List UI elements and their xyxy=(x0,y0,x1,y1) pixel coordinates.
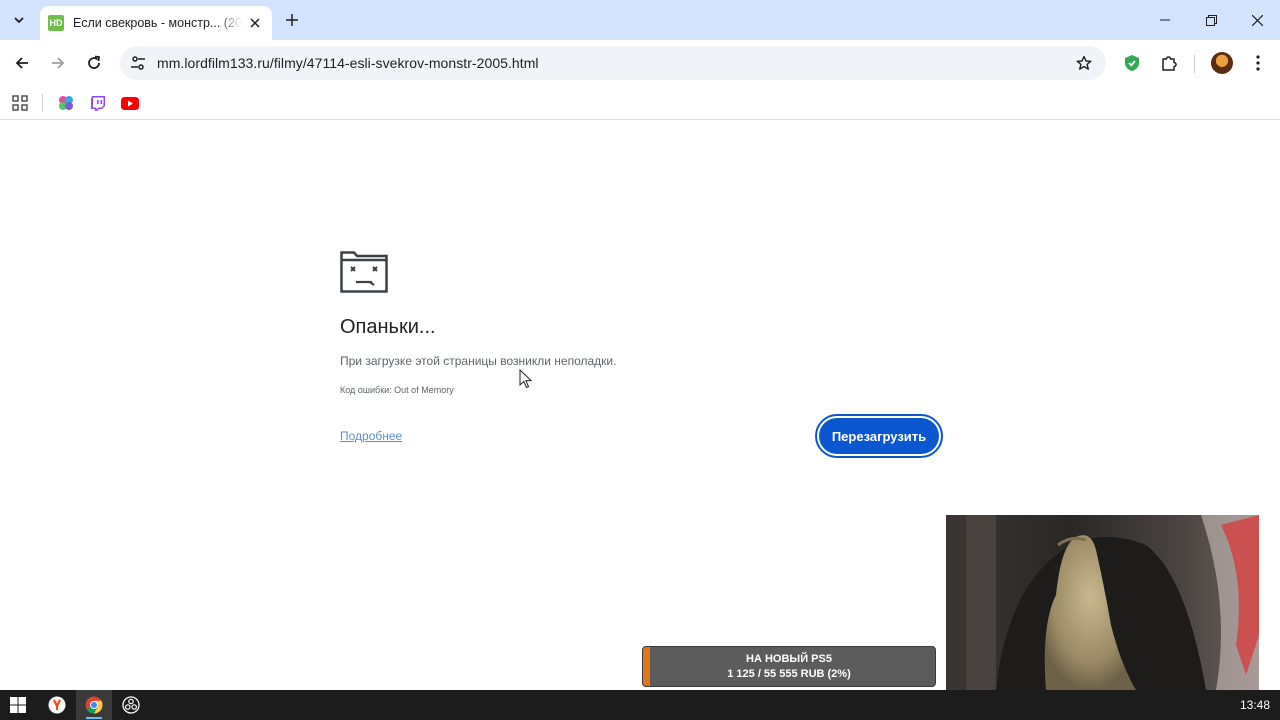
restore-button[interactable] xyxy=(1188,0,1234,40)
taskbar-clock[interactable]: 13:48 xyxy=(1240,698,1270,712)
bookmarks-separator xyxy=(42,94,43,112)
colorful-app-icon xyxy=(59,96,73,110)
apps-grid-icon xyxy=(12,95,28,111)
yandex-browser-icon xyxy=(48,696,66,714)
windows-start-icon xyxy=(10,697,26,713)
sad-tab-icon xyxy=(340,251,388,298)
taskbar-chrome[interactable] xyxy=(76,690,112,720)
tab-close-button[interactable] xyxy=(246,14,264,32)
bookmark-youtube[interactable] xyxy=(118,91,142,115)
start-button[interactable] xyxy=(0,690,36,720)
active-tab[interactable]: HD Если свекровь - монстр... (2005) xyxy=(40,6,272,40)
minimize-button[interactable] xyxy=(1142,0,1188,40)
reload-button[interactable] xyxy=(80,49,108,77)
tab-strip: HD Если свекровь - монстр... (2005) xyxy=(0,0,1280,40)
taskbar-yandex-browser[interactable] xyxy=(39,690,75,720)
close-icon xyxy=(250,18,260,28)
restore-icon xyxy=(1205,14,1217,26)
kebab-menu-icon xyxy=(1256,55,1260,71)
reload-page-label: Перезагрузить xyxy=(819,418,939,454)
details-link[interactable]: Подробнее xyxy=(340,429,402,443)
bookmark-colorful-app[interactable] xyxy=(54,91,78,115)
donation-goal-title: НА НОВЫЙ PS5 xyxy=(746,653,832,665)
tab-favicon: HD xyxy=(48,15,64,31)
webcam-image xyxy=(946,515,1259,690)
plus-icon xyxy=(286,14,298,26)
star-icon xyxy=(1076,55,1092,70)
donation-goal-widget: НА НОВЫЙ PS5 1 125 / 55 555 RUB (2%) xyxy=(642,646,936,687)
tab-search-button[interactable] xyxy=(6,8,32,32)
forward-button[interactable] xyxy=(44,49,72,77)
error-title: Опаньки... xyxy=(340,316,436,338)
tune-icon xyxy=(131,56,145,70)
url-text[interactable]: mm.lordfilm133.ru/filmy/47114-esli-svekr… xyxy=(157,55,539,71)
new-tab-button[interactable] xyxy=(282,10,302,30)
donation-progress-text: 1 125 / 55 555 RUB (2%) xyxy=(727,668,851,680)
back-arrow-icon xyxy=(15,57,28,69)
tab-title: Если свекровь - монстр... (2005) xyxy=(73,16,242,30)
extensions-button[interactable] xyxy=(1157,51,1181,75)
apps-button[interactable] xyxy=(8,91,32,115)
bookmark-star-button[interactable] xyxy=(1074,53,1094,73)
error-code: Код ошибки: Out of Memory xyxy=(340,385,454,395)
mouse-cursor-icon xyxy=(519,368,533,394)
close-window-button[interactable] xyxy=(1234,0,1280,40)
shield-extension-button[interactable] xyxy=(1120,51,1144,75)
browser-menu-button[interactable] xyxy=(1246,51,1270,75)
forward-arrow-icon xyxy=(52,57,65,69)
bookmark-twitch[interactable] xyxy=(86,91,110,115)
puzzle-icon xyxy=(1162,56,1177,71)
windows-taskbar: 13:48 xyxy=(0,690,1280,720)
youtube-icon xyxy=(121,96,139,110)
obs-icon xyxy=(122,696,140,714)
reload-icon xyxy=(88,55,101,69)
chevron-down-icon xyxy=(14,17,24,24)
chrome-icon xyxy=(85,696,103,714)
minimize-icon xyxy=(1160,19,1170,21)
back-button[interactable] xyxy=(8,49,36,77)
twitch-icon xyxy=(91,95,105,111)
profile-avatar[interactable] xyxy=(1211,52,1233,74)
close-icon xyxy=(1251,14,1263,26)
site-info-button[interactable] xyxy=(128,53,148,73)
shield-icon xyxy=(1125,55,1139,71)
browser-toolbar: mm.lordfilm133.ru/filmy/47114-esli-svekr… xyxy=(0,40,1280,86)
reload-page-button[interactable]: Перезагрузить xyxy=(815,414,943,458)
webcam-overlay xyxy=(946,515,1259,690)
taskbar-obs[interactable] xyxy=(113,690,149,720)
error-message: При загрузке этой страницы возникли непо… xyxy=(340,354,617,368)
toolbar-divider xyxy=(1194,55,1195,73)
address-bar[interactable]: mm.lordfilm133.ru/filmy/47114-esli-svekr… xyxy=(120,46,1106,80)
bookmarks-bar xyxy=(0,86,1280,120)
